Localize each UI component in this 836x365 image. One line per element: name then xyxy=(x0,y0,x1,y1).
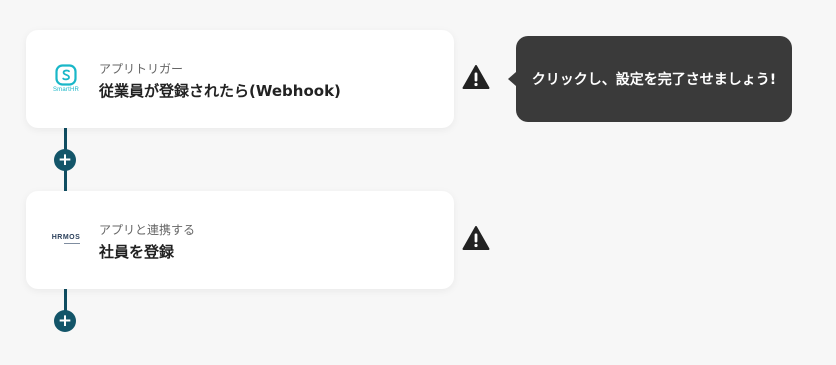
setup-tooltip: クリックし、設定を完了させましょう! xyxy=(508,36,792,122)
warning-icon[interactable] xyxy=(462,64,490,90)
tooltip-arrow xyxy=(508,72,516,86)
hrmos-logo-caption: HRMOS xyxy=(51,234,81,241)
step-title: 従業員が登録されたら(Webhook) xyxy=(99,82,341,100)
smarthr-logo-icon: SmartHR xyxy=(48,60,84,96)
flow-step-trigger[interactable]: SmartHR アプリトリガー 従業員が登録されたら(Webhook) xyxy=(26,30,454,128)
flow-step-action[interactable]: HRMOS アプリと連携する 社員を登録 xyxy=(26,191,454,289)
tooltip-text: クリックし、設定を完了させましょう! xyxy=(531,72,777,88)
smarthr-logo-caption: SmartHR xyxy=(52,86,80,93)
step-subtitle: アプリトリガー xyxy=(99,62,184,76)
add-step-button[interactable]: + xyxy=(54,149,76,171)
warning-icon[interactable] xyxy=(462,225,490,251)
step-title: 社員を登録 xyxy=(99,243,175,261)
hrmos-logo-icon: HRMOS xyxy=(48,221,84,257)
add-step-button[interactable]: + xyxy=(54,310,76,332)
step-subtitle: アプリと連携する xyxy=(99,223,196,237)
